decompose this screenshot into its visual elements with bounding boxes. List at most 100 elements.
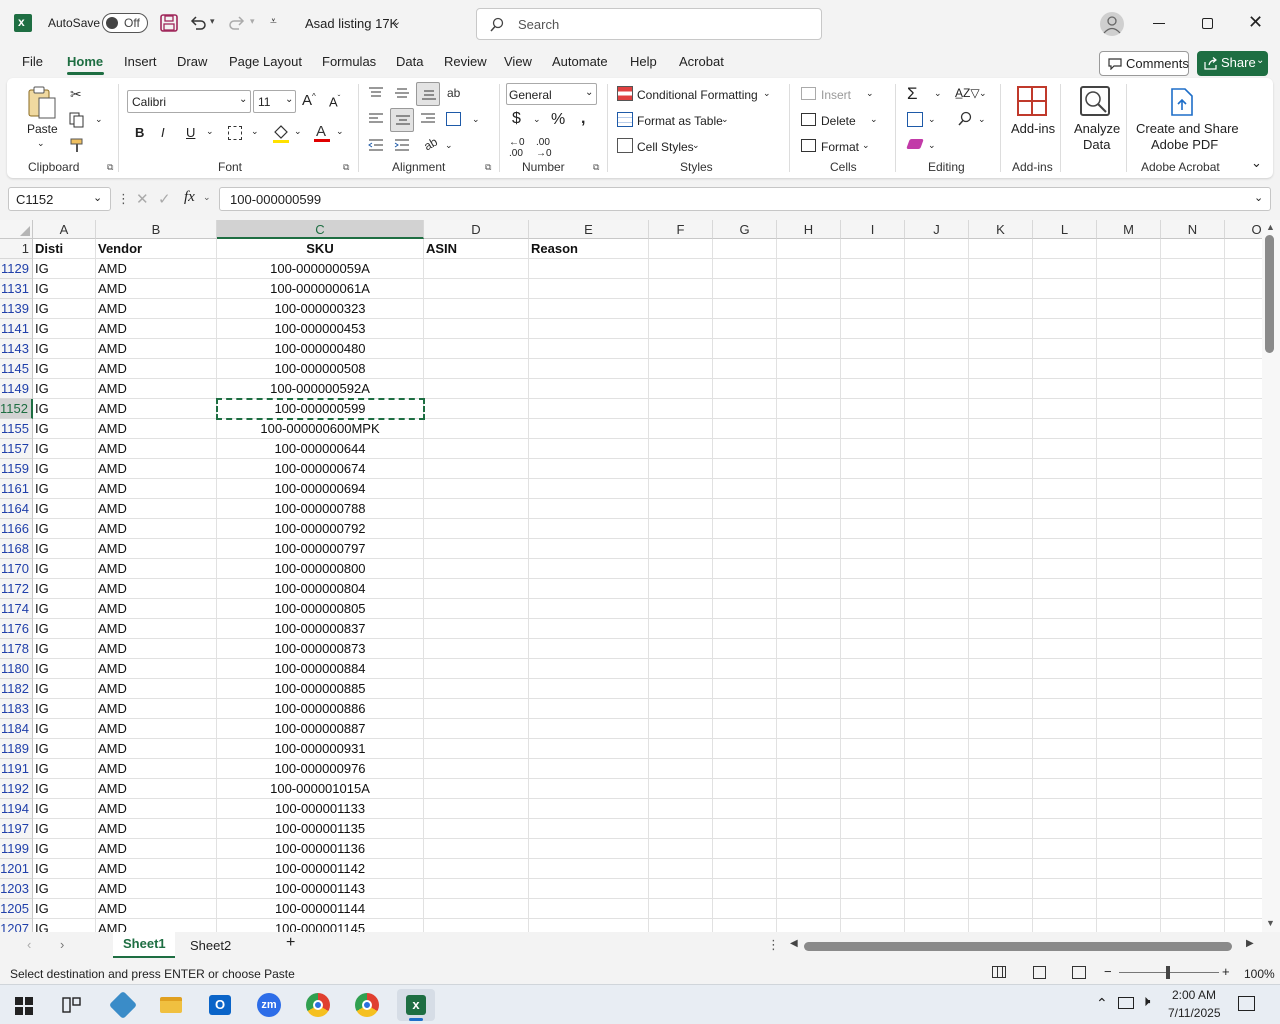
- empty-cell[interactable]: [649, 679, 713, 699]
- row-header[interactable]: 1191: [0, 759, 33, 779]
- align-right-icon[interactable]: [420, 112, 436, 126]
- empty-cell[interactable]: [649, 839, 713, 859]
- empty-cell[interactable]: [841, 239, 905, 259]
- empty-cell[interactable]: [969, 479, 1033, 499]
- vendor-cell[interactable]: AMD: [96, 379, 217, 399]
- empty-cell[interactable]: [529, 499, 649, 519]
- percent-icon[interactable]: %: [551, 111, 565, 129]
- sku-cell[interactable]: 100-000000837: [217, 619, 424, 639]
- formula-bar-input[interactable]: 100-000000599 ⌄: [219, 187, 1271, 211]
- empty-cell[interactable]: [529, 839, 649, 859]
- align-left-icon[interactable]: [368, 112, 384, 126]
- row-header[interactable]: 1166: [0, 519, 33, 539]
- row-header[interactable]: 1192: [0, 779, 33, 799]
- empty-cell[interactable]: [713, 679, 777, 699]
- orientation-dropdown-icon[interactable]: ⌄: [445, 140, 453, 151]
- paste-icon[interactable]: [26, 86, 58, 120]
- empty-cell[interactable]: [1033, 239, 1097, 259]
- empty-cell[interactable]: [777, 799, 841, 819]
- font-launcher-icon[interactable]: ⧉: [343, 162, 349, 173]
- customize-quick-access-icon[interactable]: ⩡: [270, 14, 277, 29]
- empty-cell[interactable]: [1225, 379, 1262, 399]
- empty-cell[interactable]: [841, 599, 905, 619]
- empty-cell[interactable]: [1161, 559, 1225, 579]
- empty-cell[interactable]: [1161, 639, 1225, 659]
- empty-cell[interactable]: [969, 579, 1033, 599]
- row-header[interactable]: 1164: [0, 499, 33, 519]
- empty-cell[interactable]: [777, 619, 841, 639]
- sku-cell[interactable]: 100-000001135: [217, 819, 424, 839]
- undo-dropdown-icon[interactable]: ▾: [210, 16, 215, 27]
- row-header[interactable]: 1161: [0, 479, 33, 499]
- disti-cell[interactable]: IG: [33, 839, 96, 859]
- format-as-table-dropdown-icon[interactable]: ⌄: [721, 114, 729, 125]
- row-header[interactable]: 1197: [0, 819, 33, 839]
- vendor-cell[interactable]: AMD: [96, 699, 217, 719]
- empty-cell[interactable]: [1225, 799, 1262, 819]
- empty-cell[interactable]: [1225, 559, 1262, 579]
- empty-cell[interactable]: [969, 679, 1033, 699]
- disti-cell[interactable]: IG: [33, 499, 96, 519]
- empty-cell[interactable]: [424, 579, 529, 599]
- empty-cell[interactable]: [1225, 899, 1262, 919]
- empty-cell[interactable]: [905, 599, 969, 619]
- empty-cell[interactable]: [424, 419, 529, 439]
- name-box[interactable]: C1152 ⌄: [8, 187, 111, 211]
- empty-cell[interactable]: [529, 419, 649, 439]
- empty-cell[interactable]: [1097, 419, 1161, 439]
- vendor-cell[interactable]: AMD: [96, 599, 217, 619]
- empty-cell[interactable]: [649, 259, 713, 279]
- empty-cell[interactable]: [649, 779, 713, 799]
- vendor-cell[interactable]: AMD: [96, 439, 217, 459]
- empty-cell[interactable]: [529, 519, 649, 539]
- empty-cell[interactable]: [1225, 659, 1262, 679]
- empty-cell[interactable]: [713, 559, 777, 579]
- vendor-cell[interactable]: AMD: [96, 679, 217, 699]
- empty-cell[interactable]: [1033, 639, 1097, 659]
- sku-cell[interactable]: 100-000000061A: [217, 279, 424, 299]
- paste-button[interactable]: Paste: [27, 122, 58, 136]
- empty-cell[interactable]: [1097, 239, 1161, 259]
- empty-cell[interactable]: [905, 619, 969, 639]
- share-dropdown-icon[interactable]: ⌄: [1256, 55, 1264, 66]
- empty-cell[interactable]: [969, 319, 1033, 339]
- column-header-h[interactable]: H: [777, 220, 841, 239]
- empty-cell[interactable]: [969, 399, 1033, 419]
- empty-cell[interactable]: [841, 519, 905, 539]
- disti-cell[interactable]: IG: [33, 459, 96, 479]
- tab-data[interactable]: Data: [396, 54, 423, 69]
- tab-page-layout[interactable]: Page Layout: [229, 54, 302, 69]
- row-header[interactable]: 1143: [0, 339, 33, 359]
- row-header[interactable]: 1207: [0, 919, 33, 932]
- empty-cell[interactable]: [841, 619, 905, 639]
- sku-cell[interactable]: 100-000000644: [217, 439, 424, 459]
- empty-cell[interactable]: [424, 299, 529, 319]
- sku-cell[interactable]: 100-000001015A: [217, 779, 424, 799]
- increase-decimal-icon[interactable]: ←0.00: [509, 137, 525, 159]
- autosum-icon[interactable]: Σ: [907, 84, 918, 104]
- empty-cell[interactable]: [424, 339, 529, 359]
- empty-cell[interactable]: [841, 779, 905, 799]
- disti-cell[interactable]: IG: [33, 899, 96, 919]
- empty-cell[interactable]: [905, 339, 969, 359]
- empty-cell[interactable]: [1161, 459, 1225, 479]
- empty-cell[interactable]: [841, 279, 905, 299]
- empty-cell[interactable]: [424, 899, 529, 919]
- windows-start-icon[interactable]: [15, 997, 33, 1015]
- empty-cell[interactable]: [529, 779, 649, 799]
- empty-cell[interactable]: [905, 259, 969, 279]
- empty-cell[interactable]: [777, 259, 841, 279]
- file-name-chevron-icon[interactable]: ⌄: [392, 15, 401, 28]
- insert-function-dropdown-icon[interactable]: ⌄: [203, 192, 211, 203]
- disti-cell[interactable]: IG: [33, 639, 96, 659]
- empty-cell[interactable]: [424, 459, 529, 479]
- empty-cell[interactable]: [1225, 439, 1262, 459]
- sku-cell[interactable]: 100-000000508: [217, 359, 424, 379]
- empty-cell[interactable]: [841, 699, 905, 719]
- disti-cell[interactable]: IG: [33, 659, 96, 679]
- empty-cell[interactable]: [713, 739, 777, 759]
- empty-cell[interactable]: [1097, 819, 1161, 839]
- vendor-cell[interactable]: AMD: [96, 299, 217, 319]
- tab-formulas[interactable]: Formulas: [322, 54, 376, 69]
- worksheet-grid[interactable]: ABCDEFGHIJKLMNO 1 Disti Vendor SKU ASIN Reaso…: [0, 220, 1262, 932]
